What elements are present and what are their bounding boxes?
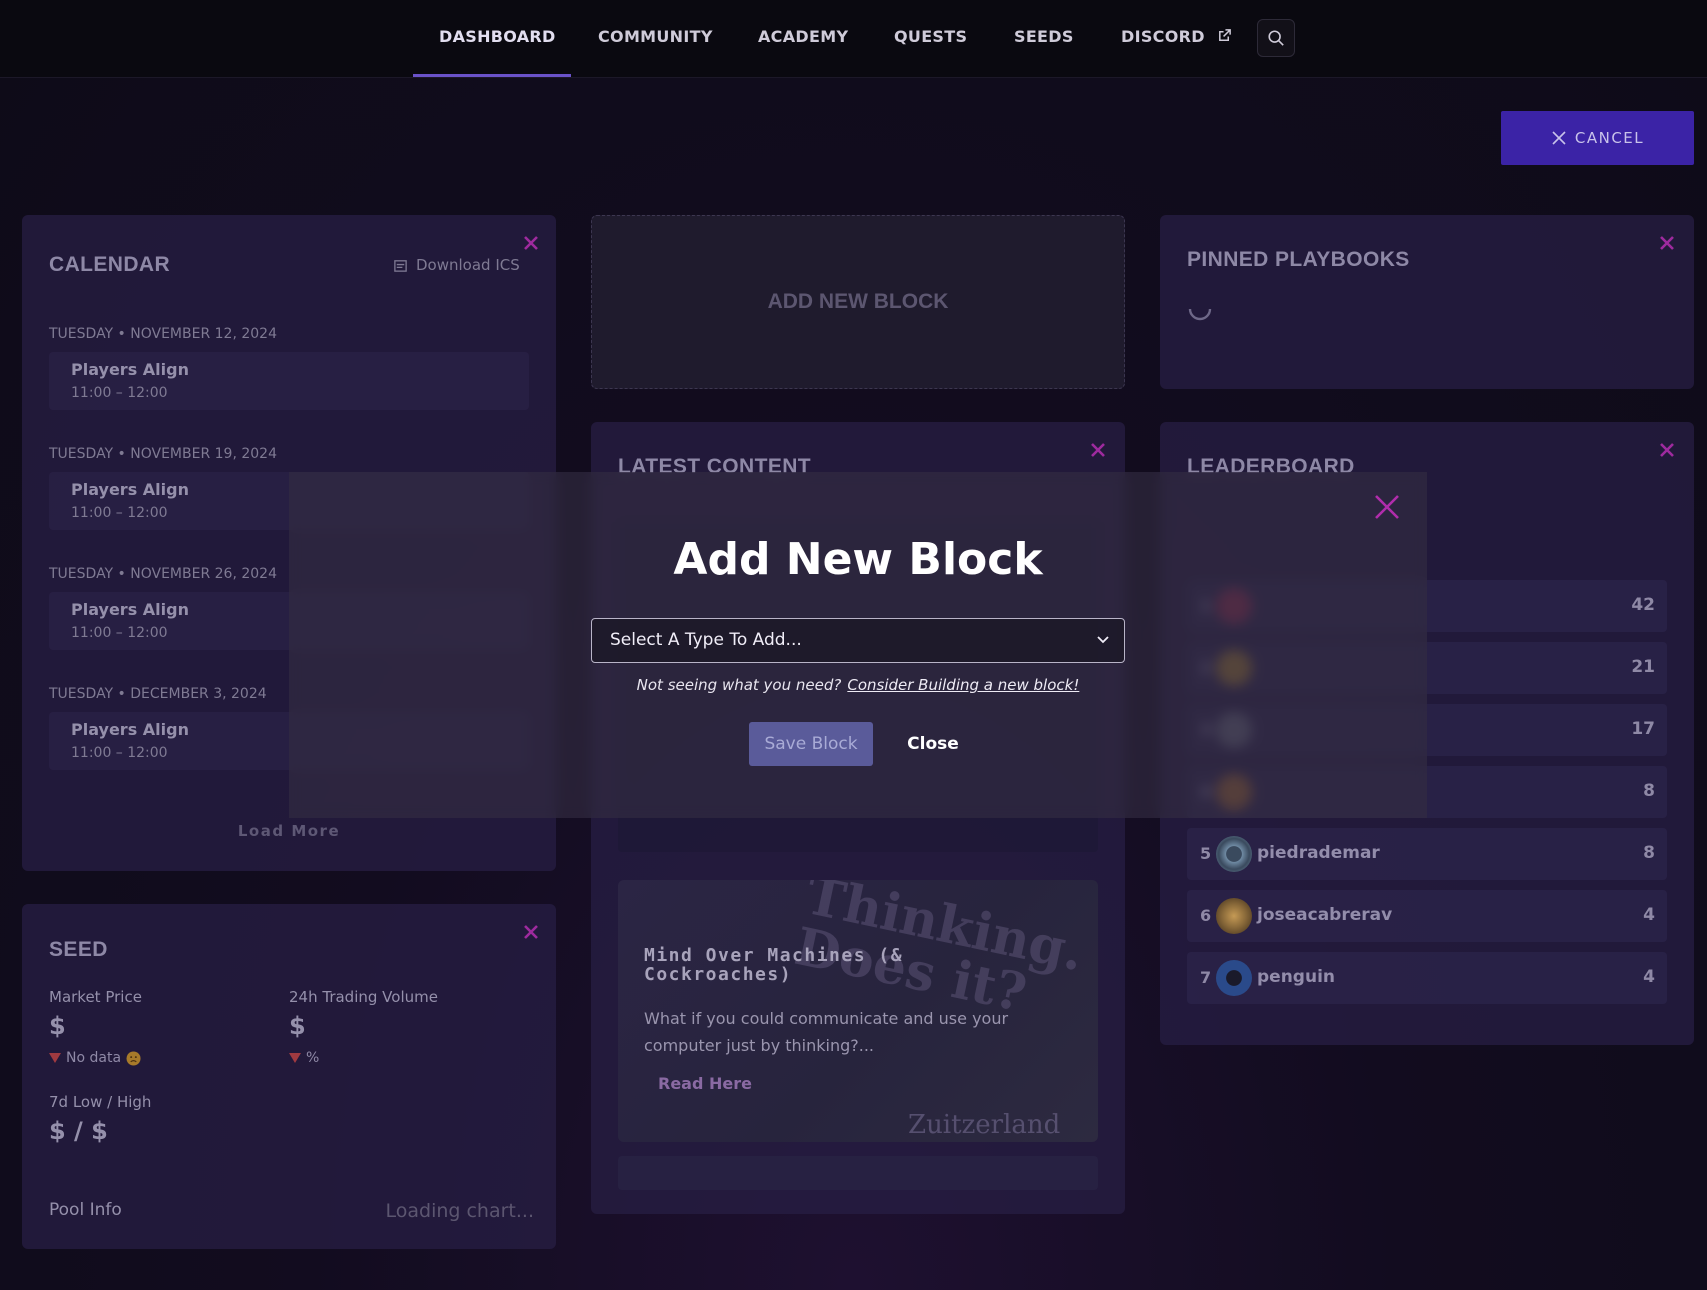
- calendar-icon: [394, 259, 407, 272]
- close-icon[interactable]: [1658, 441, 1676, 459]
- nav-academy[interactable]: ACADEMY: [758, 0, 848, 78]
- leaderboard-name: joseacabrerav: [1257, 905, 1393, 925]
- article-image-brand: Zuitzerland: [908, 1110, 1061, 1140]
- close-button[interactable]: Close: [893, 722, 973, 766]
- save-block-button[interactable]: Save Block: [749, 722, 873, 766]
- pinned-playbooks-card: PINNED PLAYBOOKS: [1160, 215, 1694, 389]
- leaderboard-score: 4: [1643, 967, 1655, 987]
- market-price-label: Market Price: [49, 988, 142, 1006]
- triangle-down-icon: [49, 1053, 61, 1063]
- pool-info-label: Pool Info: [49, 1200, 122, 1220]
- sad-face-icon: [126, 1050, 141, 1066]
- volume-label: 24h Trading Volume: [289, 988, 438, 1006]
- loading-spinner-icon: [1188, 308, 1212, 321]
- content-pagination: [618, 1156, 1098, 1190]
- nav-seeds[interactable]: SEEDS: [1014, 0, 1074, 78]
- calendar-title: CALENDAR: [49, 253, 171, 276]
- calendar-event[interactable]: Players Align 11:00 – 12:00: [49, 352, 529, 410]
- close-icon[interactable]: [522, 234, 540, 252]
- modal-hint: Not seeing what you need? Consider Buildi…: [289, 676, 1427, 694]
- chart-loading-text: Loading chart...: [385, 1200, 534, 1222]
- range-value: $ / $: [49, 1117, 108, 1145]
- leaderboard-row[interactable]: 6 joseacabrerav 4: [1187, 890, 1667, 942]
- top-navigation: DASHBOARD COMMUNITY ACADEMY QUESTS SEEDS…: [0, 0, 1707, 78]
- no-data-label: No data: [66, 1050, 122, 1066]
- event-time: 11:00 – 12:00: [71, 505, 168, 521]
- avatar: [1216, 960, 1252, 996]
- leaderboard-score: 4: [1643, 905, 1655, 925]
- nav-quests[interactable]: QUESTS: [894, 0, 967, 78]
- search-button[interactable]: [1257, 19, 1295, 57]
- add-block-modal: Add New Block Select A Type To Add... No…: [289, 472, 1427, 818]
- avatar: [1216, 898, 1252, 934]
- article-description: What if you could communicate and use yo…: [644, 1009, 1009, 1055]
- event-date: TUESDAY • NOVEMBER 26, 2024: [49, 566, 277, 582]
- nav-discord[interactable]: DISCORD: [1121, 0, 1232, 78]
- event-date: TUESDAY • NOVEMBER 19, 2024: [49, 446, 277, 462]
- seed-card: SEED Market Price $ No data 24h Trading …: [22, 904, 556, 1249]
- market-price-value: $: [49, 1012, 66, 1040]
- add-new-block-label: ADD NEW BLOCK: [767, 290, 949, 313]
- chevron-down-icon: [1097, 636, 1109, 644]
- volume-change: %: [289, 1050, 319, 1066]
- article-title: Mind Over Machines (& Cockroaches): [644, 945, 904, 985]
- search-icon: [1268, 30, 1284, 46]
- event-title: Players Align: [71, 600, 189, 619]
- seed-title: SEED: [49, 938, 108, 961]
- event-time: 11:00 – 12:00: [71, 385, 168, 401]
- download-ics-label: Download ICS: [416, 256, 520, 274]
- leaderboard-score: 8: [1643, 781, 1655, 801]
- article-card[interactable]: Thinking. Does it? Zuitzerland Mind Over…: [618, 880, 1098, 1142]
- read-here-link[interactable]: Read Here: [658, 1074, 752, 1093]
- nav-discord-label: DISCORD: [1121, 27, 1205, 46]
- block-type-select[interactable]: Select A Type To Add...: [591, 618, 1125, 663]
- avatar: [1216, 836, 1252, 872]
- add-new-block-placeholder[interactable]: ADD NEW BLOCK: [591, 215, 1125, 389]
- leaderboard-name: penguin: [1257, 967, 1336, 987]
- event-time: 11:00 – 12:00: [71, 625, 168, 641]
- event-title: Players Align: [71, 720, 189, 739]
- modal-hint-text: Not seeing what you need?: [636, 676, 842, 694]
- nav-community[interactable]: COMMUNITY: [598, 0, 713, 78]
- leaderboard-rank: 5: [1200, 844, 1212, 863]
- volume-pct: %: [306, 1050, 320, 1066]
- load-more-button[interactable]: Load More: [22, 822, 556, 840]
- event-time: 11:00 – 12:00: [71, 745, 168, 761]
- close-icon: [1552, 131, 1566, 145]
- range-label: 7d Low / High: [49, 1093, 152, 1111]
- modal-title: Add New Block: [673, 534, 1043, 585]
- pinned-playbooks-title: PINNED PLAYBOOKS: [1187, 248, 1410, 271]
- market-price-change: No data: [49, 1050, 141, 1066]
- leaderboard-score: 42: [1631, 595, 1655, 615]
- leaderboard-score: 21: [1631, 657, 1655, 677]
- triangle-down-icon: [289, 1053, 301, 1063]
- leaderboard-score: 8: [1643, 843, 1655, 863]
- leaderboard-rank: 7: [1200, 968, 1212, 987]
- close-icon[interactable]: [1658, 234, 1676, 252]
- close-icon[interactable]: [1089, 441, 1107, 459]
- leaderboard-score: 17: [1631, 719, 1655, 739]
- leaderboard-row[interactable]: 7 penguin 4: [1187, 952, 1667, 1004]
- nav-dashboard[interactable]: DASHBOARD: [439, 0, 556, 78]
- external-link-icon: [1218, 29, 1231, 41]
- event-title: Players Align: [71, 360, 189, 379]
- cancel-label: CANCEL: [1574, 129, 1645, 147]
- cancel-button[interactable]: CANCEL: [1501, 111, 1694, 165]
- leaderboard-row[interactable]: 5 piedrademar 8: [1187, 828, 1667, 880]
- active-tab-indicator: [413, 74, 571, 77]
- event-title: Players Align: [71, 480, 189, 499]
- event-date: TUESDAY • DECEMBER 3, 2024: [49, 686, 267, 702]
- block-type-placeholder: Select A Type To Add...: [610, 630, 802, 650]
- event-date: TUESDAY • NOVEMBER 12, 2024: [49, 326, 277, 342]
- leaderboard-name: piedrademar: [1257, 843, 1380, 863]
- download-ics-link[interactable]: Download ICS: [393, 256, 520, 274]
- close-icon[interactable]: [1374, 494, 1400, 520]
- close-icon[interactable]: [522, 923, 540, 941]
- leaderboard-rank: 6: [1200, 906, 1212, 925]
- volume-value: $: [289, 1012, 306, 1040]
- build-new-block-link[interactable]: Consider Building a new block!: [847, 676, 1079, 694]
